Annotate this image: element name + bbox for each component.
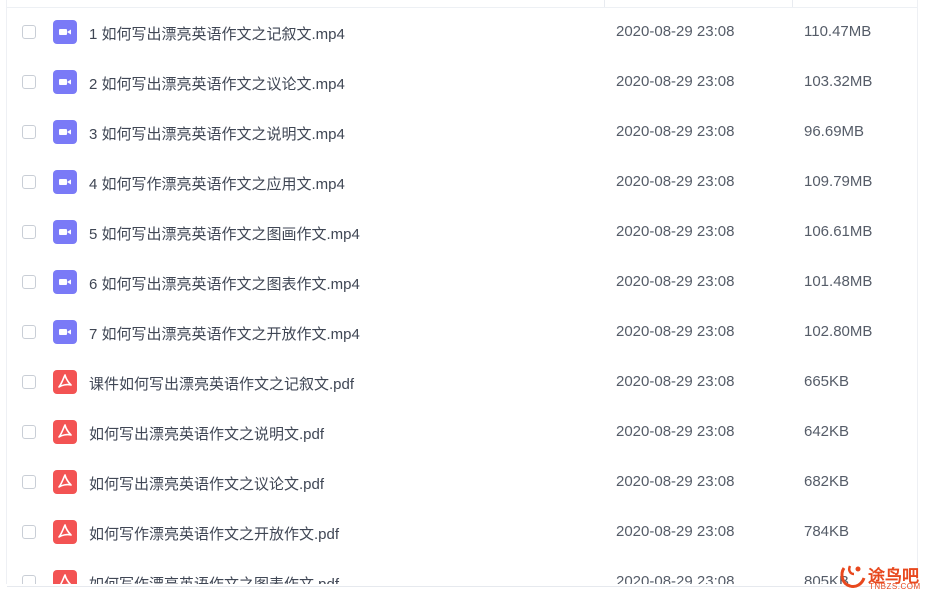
file-name[interactable]: 4 如何写作漂亮英语作文之应用文.mp4	[89, 173, 345, 194]
row-checkbox[interactable]	[22, 125, 36, 139]
file-modified-date: 2020-08-29 23:08	[616, 523, 735, 540]
file-name[interactable]: 5 如何写出漂亮英语作文之图画作文.mp4	[89, 223, 360, 244]
file-row[interactable]: 3 如何写出漂亮英语作文之说明文.mp4 2020-08-29 23:08 96.6…	[0, 108, 941, 158]
video-file-icon	[53, 170, 77, 194]
file-row[interactable]: 课件如何写出漂亮英语作文之记叙文.pdf 2020-08-29 23:08 665K…	[0, 358, 941, 408]
file-row[interactable]: 1 如何写出漂亮英语作文之记叙文.mp4 2020-08-29 23:08 110.…	[0, 8, 941, 58]
file-size: 101.48MB	[804, 273, 873, 290]
file-modified-date: 2020-08-29 23:08	[616, 273, 735, 290]
file-name[interactable]: 如何写作漂亮英语作文之开放作文.pdf	[89, 523, 339, 544]
file-name[interactable]: 1 如何写出漂亮英语作文之记叙文.mp4	[89, 23, 345, 44]
video-file-icon	[53, 270, 77, 294]
file-row[interactable]: 如何写作漂亮英语作文之图表作文.pdf2020-08-29 23:08805KB	[0, 558, 941, 608]
row-checkbox[interactable]	[22, 175, 36, 189]
row-checkbox[interactable]	[22, 525, 36, 539]
row-checkbox[interactable]	[22, 75, 36, 89]
file-modified-date: 2020-08-29 23:08	[616, 73, 735, 90]
row-checkbox[interactable]	[22, 275, 36, 289]
pdf-file-icon	[53, 370, 77, 394]
pdf-file-icon	[53, 470, 77, 494]
file-modified-date: 2020-08-29 23:08	[616, 323, 735, 340]
file-size: 109.79MB	[804, 173, 873, 190]
file-row[interactable]: 如何写出漂亮英语作文之说明文.pdf 2020-08-29 23:08 642KB	[0, 408, 941, 458]
video-file-icon	[53, 320, 77, 344]
file-row[interactable]: 4 如何写作漂亮英语作文之应用文.mp4 2020-08-29 23:08 109.…	[0, 158, 941, 208]
file-row[interactable]: 6 如何写出漂亮英语作文之图表作文.mp4 2020-08-29 23:08 101…	[0, 258, 941, 308]
file-name[interactable]: 6 如何写出漂亮英语作文之图表作文.mp4	[89, 273, 360, 294]
file-size: 784KB	[804, 523, 850, 540]
pdf-file-icon	[53, 420, 77, 444]
column-divider	[604, 0, 605, 7]
file-modified-date: 2020-08-29 23:08	[616, 373, 735, 390]
file-name[interactable]: 如何写出漂亮英语作文之说明文.pdf	[89, 423, 324, 444]
file-list-panel: 1 如何写出漂亮英语作文之记叙文.mp4 2020-08-29 23:08 110.…	[0, 0, 941, 597]
row-checkbox[interactable]	[22, 475, 36, 489]
video-file-icon	[53, 20, 77, 44]
row-checkbox[interactable]	[22, 225, 36, 239]
horizontal-scroll-track[interactable]	[7, 586, 917, 587]
row-checkbox[interactable]	[22, 325, 36, 339]
file-row[interactable]: 如何写作漂亮英语作文之开放作文.pdf 2020-08-29 23:08 784KB	[0, 508, 941, 558]
file-modified-date: 2020-08-29 23:08	[616, 123, 735, 140]
row-checkbox[interactable]	[22, 25, 36, 39]
row-checkbox[interactable]	[22, 375, 36, 389]
file-size: 110.47MB	[804, 23, 872, 40]
file-size: 642KB	[804, 423, 850, 440]
file-row[interactable]: 7 如何写出漂亮英语作文之开放作文.mp4 2020-08-29 23:08 102…	[0, 308, 941, 358]
file-size: 102.80MB	[804, 323, 873, 340]
file-modified-date: 2020-08-29 23:08	[616, 423, 735, 440]
column-divider	[792, 0, 793, 7]
file-size: 106.61MB	[804, 223, 873, 240]
file-modified-date: 2020-08-29 23:08	[616, 473, 735, 490]
watermark-subtitle: TNBZS.COM	[869, 582, 921, 591]
file-size: 665KB	[804, 373, 850, 390]
file-modified-date: 2020-08-29 23:08	[616, 223, 735, 240]
file-row[interactable]: 如何写出漂亮英语作文之议论文.pdf 2020-08-29 23:08 682KB	[0, 458, 941, 508]
file-name[interactable]: 如何写出漂亮英语作文之议论文.pdf	[89, 473, 324, 494]
site-watermark: 途鸟吧 TNBZS.COM	[838, 560, 938, 594]
pdf-file-icon	[53, 520, 77, 544]
file-row[interactable]: 5 如何写出漂亮英语作文之图画作文.mp4 2020-08-29 23:08 106…	[0, 208, 941, 258]
file-modified-date: 2020-08-29 23:08	[616, 23, 735, 40]
file-name[interactable]: 课件如何写出漂亮英语作文之记叙文.pdf	[89, 373, 354, 394]
video-file-icon	[53, 220, 77, 244]
watermark-logo-icon	[840, 565, 866, 588]
file-size: 682KB	[804, 473, 850, 490]
row-checkbox[interactable]	[22, 425, 36, 439]
video-file-icon	[53, 120, 77, 144]
video-file-icon	[53, 70, 77, 94]
file-name[interactable]: 7 如何写出漂亮英语作文之开放作文.mp4	[89, 323, 360, 344]
file-size: 103.32MB	[804, 73, 873, 90]
file-name[interactable]: 3 如何写出漂亮英语作文之说明文.mp4	[89, 123, 345, 144]
file-row[interactable]: 2 如何写出漂亮英语作文之议论文.mp4 2020-08-29 23:08 103.…	[0, 58, 941, 108]
file-name[interactable]: 2 如何写出漂亮英语作文之议论文.mp4	[89, 73, 345, 94]
file-size: 96.69MB	[804, 123, 865, 140]
file-modified-date: 2020-08-29 23:08	[616, 173, 735, 190]
